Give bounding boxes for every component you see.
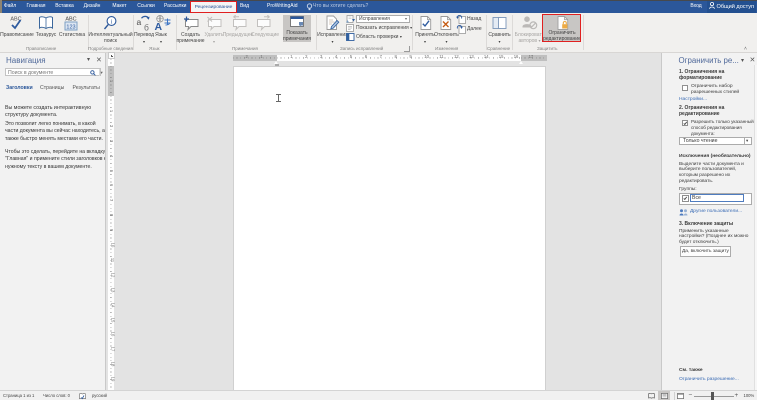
svg-text:123: 123 [66,25,75,31]
svg-text:а: а [137,17,142,27]
svg-text:А: А [155,21,163,31]
svg-text:б: б [144,23,149,32]
svg-text:i: i [111,18,113,25]
